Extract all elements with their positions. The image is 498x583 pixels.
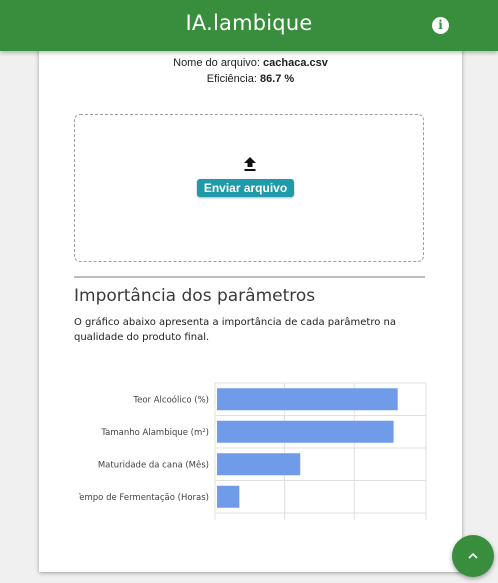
- upload-button[interactable]: Enviar arquivo: [197, 179, 294, 197]
- section-title: Importância dos parâmetros: [74, 286, 316, 306]
- chevron-up-icon: [468, 552, 478, 559]
- chart-bar: [217, 453, 301, 476]
- chart-category-label: Teor Alcoólico (%): [132, 394, 209, 405]
- chart-category-label: Tempo de Fermentação (Horas): [79, 493, 209, 503]
- efficiency-label: Eficiência:: [206, 73, 260, 85]
- app-title: IA.lambique: [185, 11, 313, 35]
- importance-chart: Teor Alcoólico (%) Tamanho Alambique (m²)…: [79, 382, 427, 520]
- chart-category-label: Maturidade da cana (Mês): [98, 459, 209, 470]
- section-description: O gráfico abaixo apresenta a importância…: [74, 317, 396, 343]
- chart-bar: [217, 388, 398, 411]
- file-dropzone[interactable]: Enviar arquivo: [74, 114, 424, 262]
- efficiency-value: 86.7 %: [259, 73, 295, 85]
- efficiency-line: Eficiência: 86.7 %: [39, 73, 462, 85]
- section-divider: [74, 276, 425, 278]
- chart-category-label: Tamanho Alambique (m²): [100, 428, 209, 438]
- upload-icon: [244, 157, 256, 171]
- info-icon[interactable]: i: [432, 17, 449, 34]
- file-name-value: cachaca.csv: [263, 57, 328, 69]
- file-name-label: Nome do arquivo:: [173, 57, 264, 69]
- file-name-line: Nome do arquivo: cachaca.csv: [39, 57, 462, 69]
- content-card: Nome do arquivo: cachaca.csv Eficiência:…: [39, 45, 462, 572]
- chart-bar: [217, 485, 240, 508]
- chart-bar: [217, 420, 394, 443]
- scroll-top-button[interactable]: [452, 535, 494, 577]
- app-bar: IA.lambique i: [0, 0, 498, 51]
